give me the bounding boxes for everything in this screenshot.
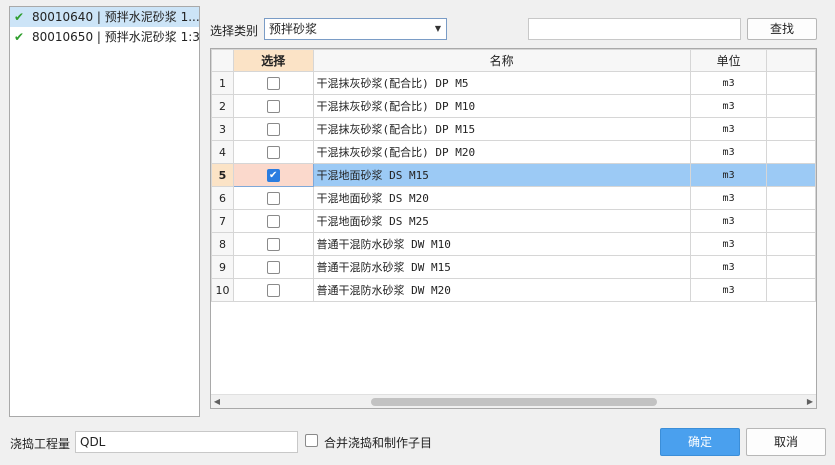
scrollbar-thumb[interactable]: [371, 398, 657, 406]
unit-cell: m3: [689, 209, 768, 233]
select-cell[interactable]: [232, 232, 314, 256]
select-cell[interactable]: [232, 186, 314, 210]
unit-cell: m3: [689, 94, 768, 118]
category-label: 选择类别: [210, 24, 259, 38]
quantity-label: 浇捣工程量: [10, 437, 71, 451]
name-cell: 干混抹灰砂浆(配合比) DP M10: [312, 94, 691, 118]
ok-button[interactable]: 确定: [660, 428, 740, 456]
select-column-header[interactable]: 选择: [232, 49, 314, 72]
row-number: 3: [211, 117, 234, 141]
category-select-value: 预拌砂浆: [269, 22, 318, 36]
row-number: 2: [211, 94, 234, 118]
row-checkbox[interactable]: [266, 99, 280, 113]
row-number: 7: [211, 209, 234, 233]
extra-cell: [766, 71, 816, 95]
list-item[interactable]: ✔ 80010640 | 预拌水泥砂浆 1...: [10, 7, 199, 27]
row-checkbox[interactable]: [266, 214, 280, 228]
extra-cell: [766, 94, 816, 118]
row-number: 6: [211, 186, 234, 210]
row-number: 10: [211, 278, 234, 302]
table-row[interactable]: 4 干混抹灰砂浆(配合比) DP M20 m3: [211, 140, 816, 164]
row-number: 4: [211, 140, 234, 164]
table-row[interactable]: 3 干混抹灰砂浆(配合比) DP M15 m3: [211, 117, 816, 141]
horizontal-scrollbar[interactable]: ◀ ▶: [211, 394, 816, 408]
unit-cell: m3: [689, 186, 768, 210]
list-item-label: 80010640 | 预拌水泥砂浆 1...: [32, 10, 199, 24]
name-cell: 干混地面砂浆 DS M15: [312, 163, 691, 187]
select-cell[interactable]: [232, 94, 314, 118]
row-checkbox[interactable]: [266, 145, 280, 159]
extra-cell: [766, 163, 816, 187]
extra-column-header: [766, 49, 816, 72]
table-row[interactable]: 1 干混抹灰砂浆(配合比) DP M5 m3: [211, 71, 816, 95]
unit-column-header[interactable]: 单位: [689, 49, 768, 72]
table-row[interactable]: 6 干混地面砂浆 DS M20 m3: [211, 186, 816, 210]
row-checkbox[interactable]: ✔: [266, 168, 280, 182]
list-item-label: 80010650 | 预拌水泥砂浆 1:3: [32, 30, 199, 44]
category-select[interactable]: 预拌砂浆 ▼: [264, 18, 447, 40]
table-row[interactable]: 5 ✔ 干混地面砂浆 DS M15 m3: [211, 163, 816, 187]
checkmark-icon: ✔: [14, 10, 25, 24]
select-cell[interactable]: [232, 71, 314, 95]
item-list[interactable]: ✔ 80010640 | 预拌水泥砂浆 1... ✔ 80010650 | 预拌水泥…: [9, 6, 200, 417]
row-checkbox[interactable]: [266, 260, 280, 274]
search-input[interactable]: [528, 18, 741, 40]
table-row[interactable]: 7 干混地面砂浆 DS M25 m3: [211, 209, 816, 233]
scroll-right-icon[interactable]: ▶: [804, 395, 816, 408]
unit-cell: m3: [689, 232, 768, 256]
chevron-down-icon: ▼: [434, 24, 441, 33]
extra-cell: [766, 117, 816, 141]
unit-cell: m3: [689, 278, 768, 302]
extra-cell: [766, 278, 816, 302]
extra-cell: [766, 186, 816, 210]
unit-cell: m3: [689, 163, 768, 187]
name-column-header[interactable]: 名称: [312, 49, 691, 72]
table-row[interactable]: 2 干混抹灰砂浆(配合比) DP M10 m3: [211, 94, 816, 118]
extra-cell: [766, 209, 816, 233]
row-number: 1: [211, 71, 234, 95]
extra-cell: [766, 255, 816, 279]
list-item[interactable]: ✔ 80010650 | 预拌水泥砂浆 1:3: [10, 27, 199, 47]
select-cell[interactable]: [232, 278, 314, 302]
name-cell: 干混抹灰砂浆(配合比) DP M15: [312, 117, 691, 141]
cancel-button[interactable]: 取消: [746, 428, 826, 456]
name-cell: 普通干混防水砂浆 DW M10: [312, 232, 691, 256]
table-row[interactable]: 8 普通干混防水砂浆 DW M10 m3: [211, 232, 816, 256]
row-checkbox[interactable]: [266, 76, 280, 90]
select-cell[interactable]: [232, 255, 314, 279]
select-cell[interactable]: [232, 117, 314, 141]
quantity-input[interactable]: QDL: [75, 431, 298, 453]
unit-cell: m3: [689, 117, 768, 141]
unit-cell: m3: [689, 255, 768, 279]
search-button[interactable]: 查找: [747, 18, 817, 40]
extra-cell: [766, 140, 816, 164]
row-number: 5: [211, 163, 234, 187]
name-cell: 普通干混防水砂浆 DW M20: [312, 278, 691, 302]
name-cell: 干混地面砂浆 DS M25: [312, 209, 691, 233]
row-number: 8: [211, 232, 234, 256]
row-checkbox[interactable]: [266, 237, 280, 251]
merge-checkbox-label: 合并浇捣和制作子目: [324, 436, 433, 450]
row-checkbox[interactable]: [266, 191, 280, 205]
unit-cell: m3: [689, 71, 768, 95]
name-cell: 干混抹灰砂浆(配合比) DP M5: [312, 71, 691, 95]
scroll-left-icon[interactable]: ◀: [211, 395, 223, 408]
table-row[interactable]: 9 普通干混防水砂浆 DW M15 m3: [211, 255, 816, 279]
row-number-header: [211, 49, 234, 72]
checkmark-icon: ✔: [14, 30, 25, 44]
merge-checkbox[interactable]: [305, 434, 318, 447]
table-row[interactable]: 10 普通干混防水砂浆 DW M20 m3: [211, 278, 816, 302]
select-cell[interactable]: ✔: [232, 163, 314, 187]
material-grid[interactable]: 选择 名称 单位 1 干混抹灰砂浆(配合比) DP M5 m3 2 干混抹灰砂浆(配合比…: [210, 48, 817, 409]
name-cell: 干混抹灰砂浆(配合比) DP M20: [312, 140, 691, 164]
select-cell[interactable]: [232, 209, 314, 233]
name-cell: 普通干混防水砂浆 DW M15: [312, 255, 691, 279]
row-checkbox[interactable]: [266, 283, 280, 297]
select-cell[interactable]: [232, 140, 314, 164]
row-number: 9: [211, 255, 234, 279]
row-checkbox[interactable]: [266, 122, 280, 136]
extra-cell: [766, 232, 816, 256]
unit-cell: m3: [689, 140, 768, 164]
name-cell: 干混地面砂浆 DS M20: [312, 186, 691, 210]
